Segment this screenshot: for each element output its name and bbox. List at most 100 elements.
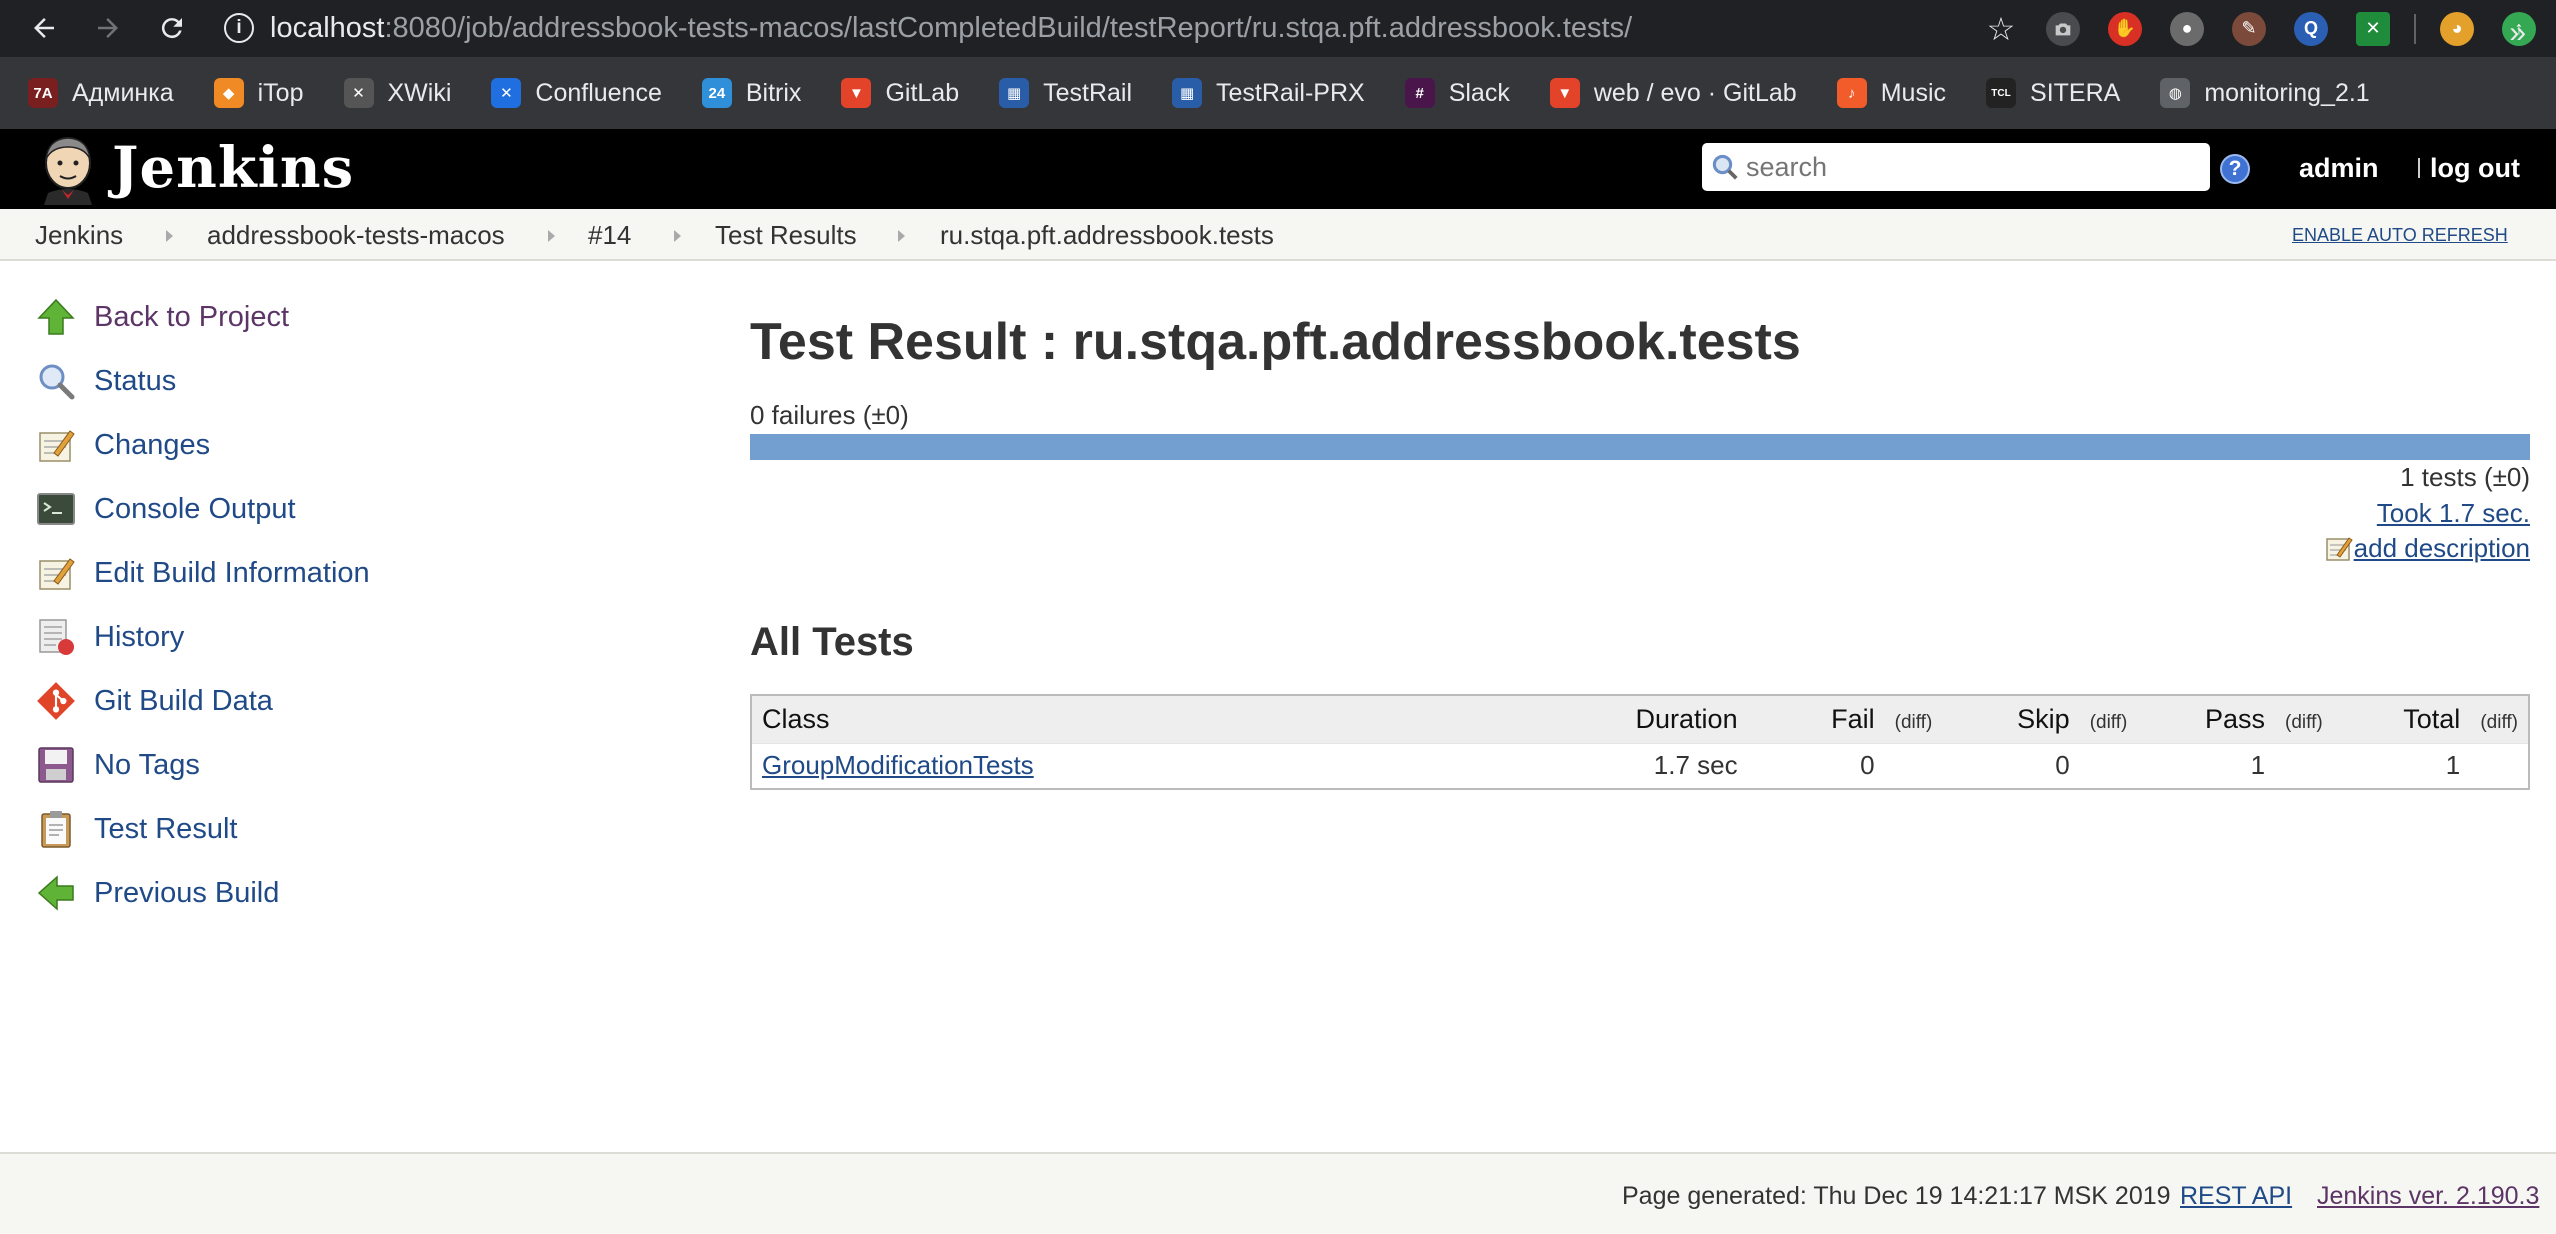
history-icon: [32, 613, 80, 661]
breadcrumb-jenkins[interactable]: Jenkins: [35, 220, 123, 251]
back-arrow-icon[interactable]: [20, 4, 68, 52]
bookmark-label: Bitrix: [745, 78, 802, 107]
breadcrumb-separator-icon[interactable]: [898, 230, 905, 242]
column-header-pass-diff[interactable]: (diff): [2275, 695, 2333, 743]
bookmark-item[interactable]: ◆ iTop: [213, 73, 304, 113]
breadcrumb-build[interactable]: #14: [588, 220, 631, 251]
sidebar-item-changes[interactable]: Changes: [32, 420, 210, 470]
bookmarks-overflow-icon[interactable]: »: [2509, 16, 2526, 50]
bookmark-label: TestRail: [1043, 78, 1133, 107]
breadcrumb-separator-icon[interactable]: [674, 230, 681, 242]
test-class-link[interactable]: GroupModificationTests: [762, 750, 1034, 780]
breadcrumb-separator-icon[interactable]: [548, 230, 555, 242]
breadcrumb-package[interactable]: ru.stqa.pft.addressbook.tests: [940, 220, 1274, 251]
column-header-fail-diff[interactable]: (diff): [1884, 695, 1943, 743]
bookmark-label: Админка: [72, 78, 174, 107]
bookmark-item[interactable]: 7A Админка: [28, 73, 174, 113]
column-header-total-diff[interactable]: (diff): [2470, 695, 2529, 743]
bookmark-item[interactable]: TCL SITERA: [1986, 73, 2120, 113]
sidebar-item-git-build-data[interactable]: Git Build Data: [32, 676, 273, 726]
sidebar-item-status[interactable]: Status: [32, 356, 176, 406]
bookmark-item[interactable]: ▦ TestRail-PRX: [1172, 73, 1365, 113]
bookmark-item[interactable]: ◍ monitoring_2.1: [2160, 73, 2370, 113]
url-host: localhost: [270, 11, 385, 44]
bookmark-label: XWiki: [387, 78, 452, 107]
breadcrumb-separator-icon[interactable]: [166, 230, 173, 242]
column-header-pass[interactable]: Pass: [2137, 695, 2276, 743]
breadcrumb-job[interactable]: addressbook-tests-macos: [207, 220, 505, 251]
sitera-icon: TCL: [1986, 78, 2017, 108]
search-input[interactable]: [1746, 151, 2186, 183]
search-box[interactable]: [1702, 143, 2210, 191]
extension-icon[interactable]: Q: [2294, 11, 2328, 46]
bookmark-item[interactable]: ✕ Confluence: [491, 73, 662, 113]
table-header-row: Class Duration Fail (diff) Skip (diff) P…: [751, 695, 2529, 743]
jenkins-logo[interactable]: [34, 133, 102, 205]
bookmark-label: Music: [1880, 78, 1947, 107]
column-header-fail[interactable]: Fail: [1747, 695, 1885, 743]
bookmark-item[interactable]: ✕ XWiki: [343, 73, 452, 113]
sidebar-item-console-output[interactable]: Console Output: [32, 484, 296, 534]
bitrix-icon: 24: [701, 78, 732, 108]
sidebar-item-label: Changes: [94, 428, 211, 461]
sidebar-item-history[interactable]: History: [32, 612, 184, 662]
rest-api-link[interactable]: REST API: [2180, 1182, 2292, 1211]
page-generated-text: Page generated: Thu Dec 19 14:21:17 MSK …: [1622, 1182, 2171, 1210]
bookmark-item[interactable]: ♪ Music: [1836, 73, 1947, 113]
column-header-class[interactable]: Class: [751, 695, 1599, 743]
breadcrumb-test-results[interactable]: Test Results: [715, 220, 857, 251]
sidebar-item-edit-build-information[interactable]: Edit Build Information: [32, 548, 370, 598]
bookmark-label: web / evo · GitLab: [1593, 78, 1797, 107]
user-link[interactable]: admin: [2299, 153, 2379, 184]
extension-icon[interactable]: ✕: [2356, 11, 2390, 46]
description-line: add description: [2324, 533, 2530, 570]
add-description-link[interactable]: add description: [2354, 533, 2530, 563]
sidebar-item-previous-build[interactable]: Previous Build: [32, 868, 279, 918]
bookmark-item[interactable]: # Slack: [1404, 73, 1510, 113]
column-header-skip-diff[interactable]: (diff): [2079, 695, 2138, 743]
adblock-extension-icon[interactable]: ✋: [2108, 11, 2142, 46]
magnifier-icon: [32, 357, 80, 405]
duration-line: Took 1.7 sec.: [2377, 498, 2530, 529]
reload-icon[interactable]: [148, 4, 196, 52]
bookmark-item[interactable]: ▼ GitLab: [841, 73, 959, 113]
enable-auto-refresh-link[interactable]: ENABLE AUTO REFRESH: [2292, 225, 2508, 246]
forward-arrow-icon[interactable]: [84, 4, 132, 52]
took-link[interactable]: Took 1.7 sec.: [2377, 498, 2530, 528]
extension-icon[interactable]: ●: [2170, 11, 2204, 46]
skip-diff-cell: [2079, 742, 2138, 789]
bookmark-item[interactable]: ▼ web / evo · GitLab: [1549, 73, 1797, 113]
toolbar-divider: [2414, 13, 2416, 44]
total-diff-cell: [2470, 742, 2529, 789]
jenkins-version-link[interactable]: Jenkins ver. 2.190.3: [2317, 1182, 2539, 1211]
jenkins-header: Jenkins ? admin log out: [0, 129, 2556, 209]
bookmark-label: iTop: [257, 78, 304, 107]
logout-link[interactable]: log out: [2430, 153, 2520, 184]
failures-count: 0 failures (±0): [750, 400, 909, 430]
profile-avatar[interactable]: ◕: [2440, 11, 2474, 46]
jenkins-title[interactable]: Jenkins: [112, 135, 354, 201]
bookmark-item[interactable]: 24 Bitrix: [701, 73, 802, 113]
floppy-icon: [32, 741, 80, 789]
bookmark-star-icon[interactable]: ☆: [1984, 11, 2018, 47]
address-bar[interactable]: i localhost:8080/job/addressbook-tests-m…: [224, 4, 2044, 52]
column-header-skip[interactable]: Skip: [1942, 695, 2080, 743]
sidebar-item-no-tags[interactable]: No Tags: [32, 740, 200, 790]
left-arrow-icon: [32, 869, 80, 917]
bookmark-item[interactable]: ▦ TestRail: [999, 73, 1132, 113]
column-header-duration[interactable]: Duration: [1598, 695, 1748, 743]
tests-summary: 1 tests (±0): [2400, 462, 2530, 492]
help-icon[interactable]: ?: [2220, 154, 2250, 184]
clipboard-icon: [32, 805, 80, 853]
test-results-table: Class Duration Fail (diff) Skip (diff) P…: [750, 694, 2530, 790]
column-header-total[interactable]: Total: [2332, 695, 2471, 743]
camera-extension-icon[interactable]: [2046, 11, 2080, 46]
fail-diff-cell: [1884, 742, 1943, 789]
extension-icon[interactable]: ✎: [2232, 11, 2266, 46]
bookmark-label: monitoring_2.1: [2204, 78, 2370, 107]
notepad-icon: [32, 549, 80, 597]
sidebar-item-back-to-project[interactable]: Back to Project: [32, 292, 289, 342]
site-info-icon[interactable]: i: [224, 13, 254, 43]
sidebar-item-test-result[interactable]: Test Result: [32, 804, 237, 854]
page-title: Test Result : ru.stqa.pft.addressbook.te…: [750, 313, 1801, 371]
